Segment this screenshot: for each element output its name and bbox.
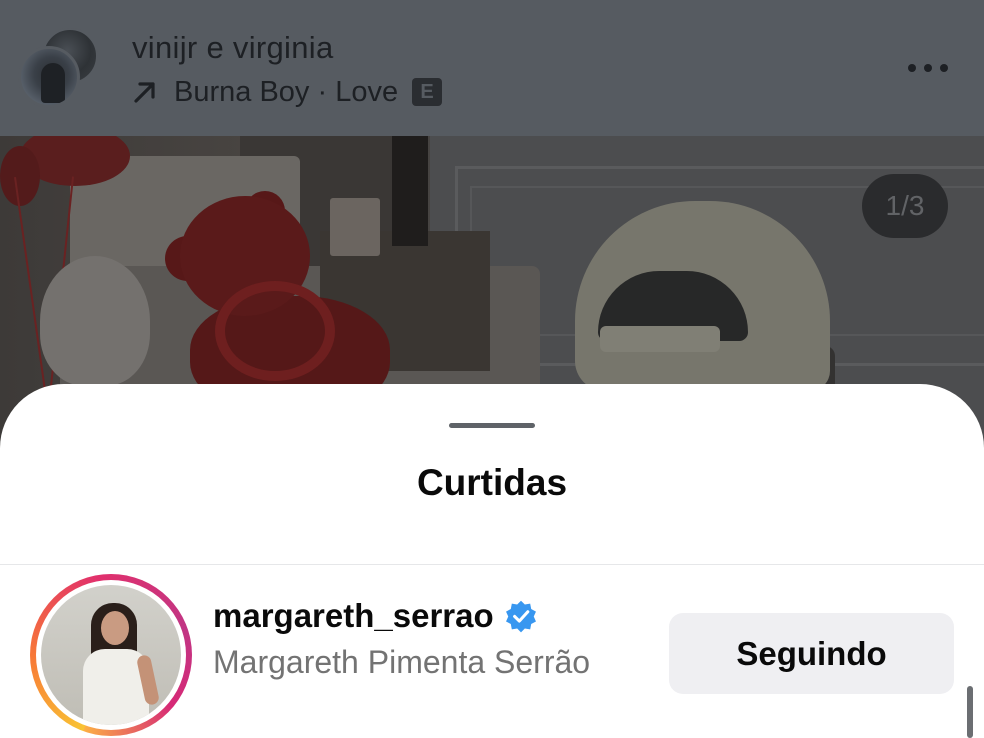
more-options-icon[interactable]: [902, 56, 954, 80]
carousel-page-counter: 1/3: [862, 174, 948, 238]
like-full-name: Margareth Pimenta Serrão: [213, 644, 591, 680]
music-separator: ·: [309, 75, 336, 108]
scrollbar[interactable]: [967, 686, 973, 738]
divider: [0, 564, 984, 565]
post-usernames[interactable]: vinijr e virginia: [132, 30, 334, 66]
sheet-grabber[interactable]: [449, 423, 535, 428]
music-artist: Burna Boy: [174, 75, 310, 108]
sheet-title: Curtidas: [416, 462, 568, 503]
like-username-row[interactable]: margareth_serrao: [213, 596, 538, 636]
avatar-figure: [41, 63, 65, 103]
music-track: Love: [335, 75, 399, 108]
like-username: margareth_serrao: [213, 597, 494, 634]
like-list-item[interactable]: margareth_serrao Margareth Pimenta Serrã…: [0, 570, 984, 738]
explicit-badge: E: [412, 78, 443, 106]
post-header: vinijr e virginia Burna Boy · Love E: [0, 0, 984, 136]
story-ring[interactable]: [30, 574, 192, 736]
avatar-primary[interactable]: [18, 46, 80, 108]
music-info[interactable]: Burna Boy · Love E: [132, 74, 443, 110]
avatar[interactable]: [41, 585, 181, 725]
verified-badge-icon: [505, 600, 536, 633]
following-button[interactable]: Seguindo: [669, 613, 954, 694]
arrow-up-right-icon: [134, 82, 155, 103]
likes-sheet: Curtidas margareth_serrao Margareth Pime…: [0, 384, 984, 738]
